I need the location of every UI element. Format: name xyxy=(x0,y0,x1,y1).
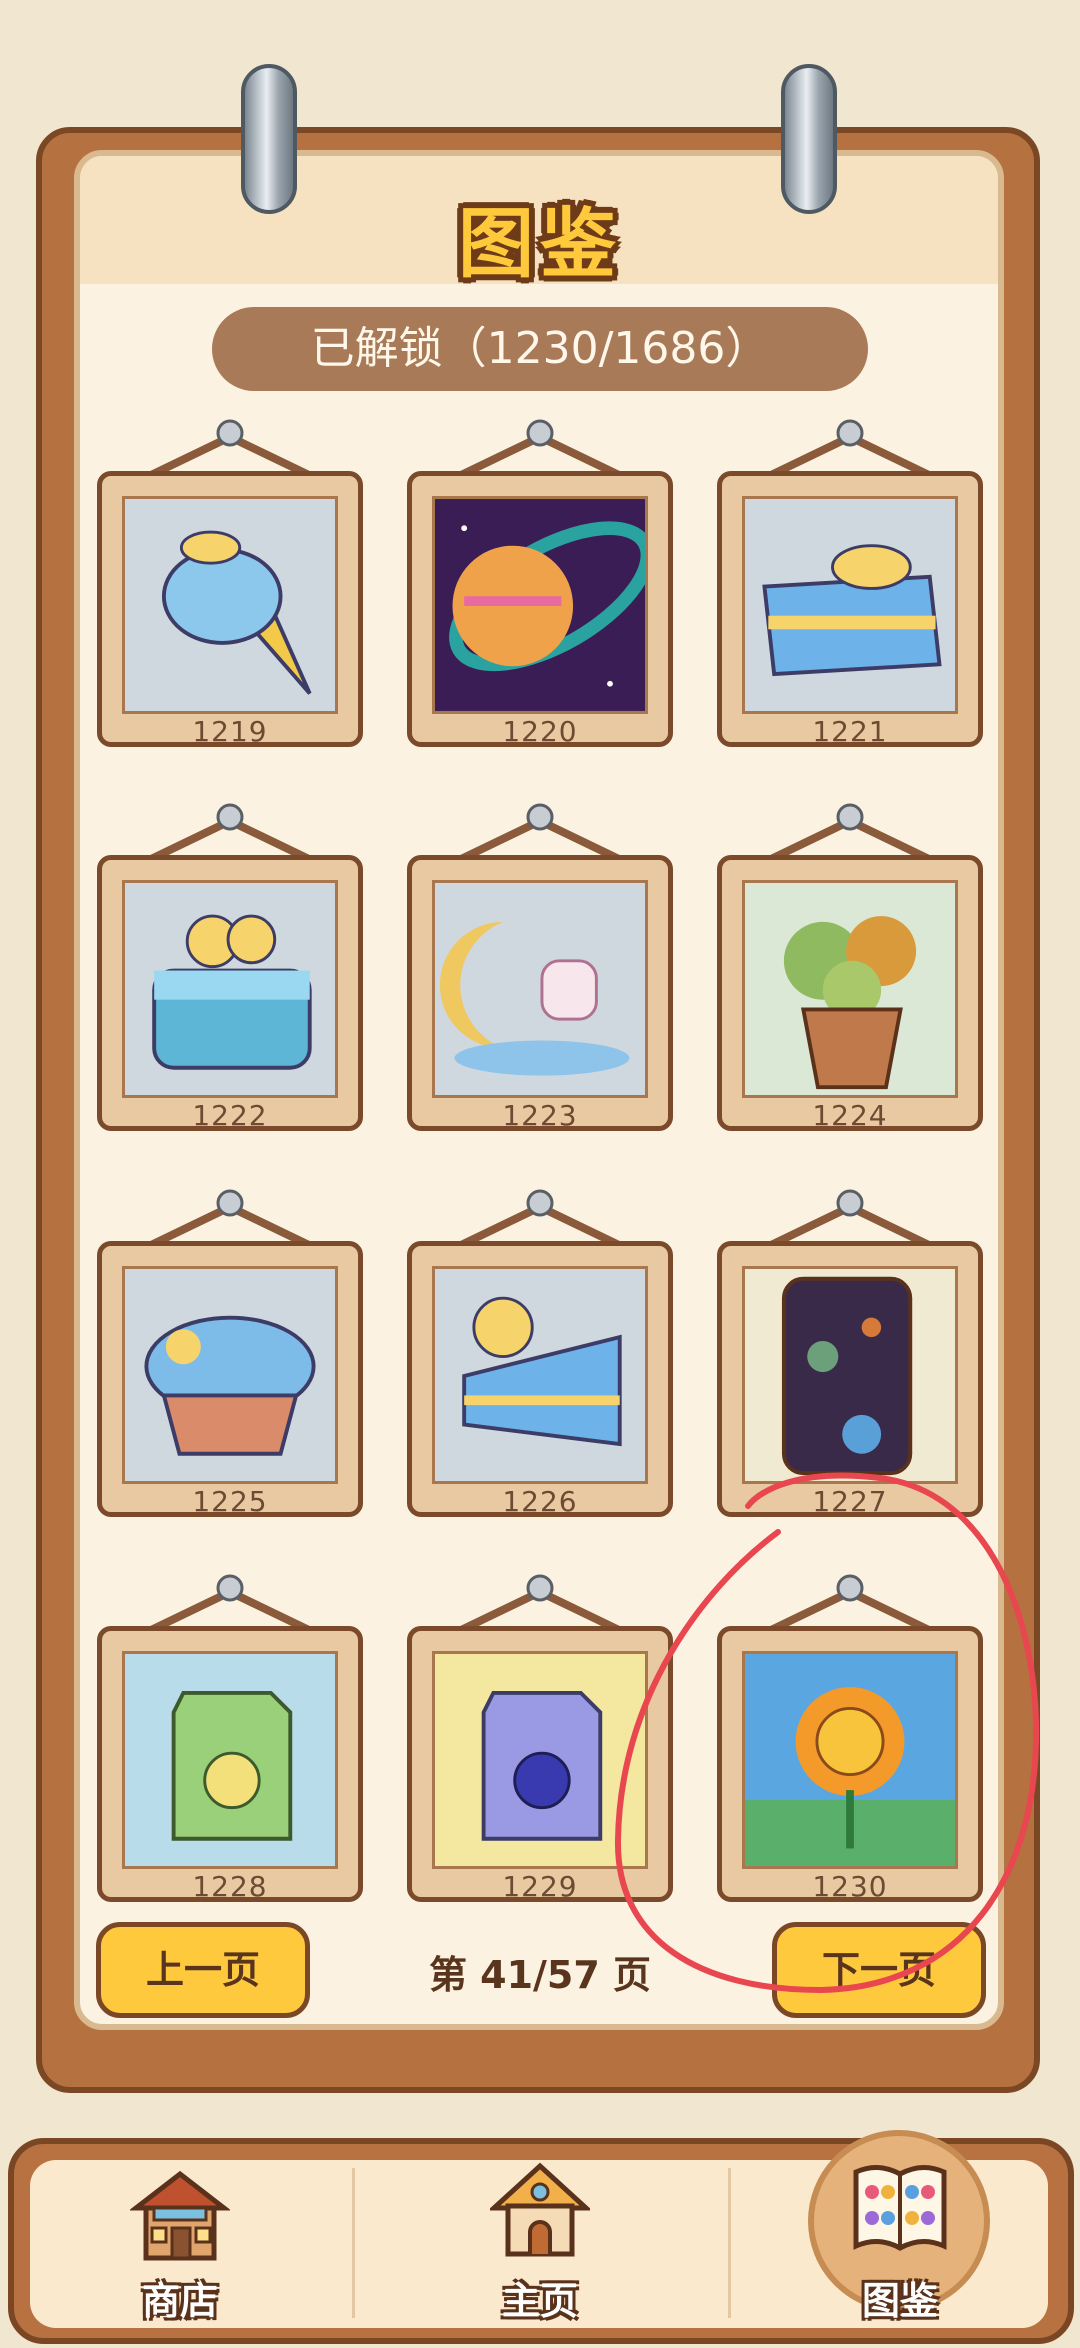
frame-hanger xyxy=(97,803,363,863)
gallery-item-1221[interactable]: 1221 xyxy=(717,471,983,748)
page-indicator: 第 41/57 页 xyxy=(428,1953,652,1997)
tab-shop[interactable]: 商店 xyxy=(80,2160,280,2328)
gallery-item-number: 1226 xyxy=(502,1485,578,1518)
tab-label: 图鉴 xyxy=(861,2279,938,2323)
frame-hanger xyxy=(97,1189,363,1249)
blue-cupcake-artwork xyxy=(122,1266,338,1484)
frame-hanger xyxy=(717,1574,983,1634)
tab-home[interactable]: 主页 xyxy=(440,2160,640,2328)
tab-divider xyxy=(728,2168,731,2318)
blue-ice-cream-cone-artwork xyxy=(122,496,338,714)
gallery-item-1220[interactable]: 1220 xyxy=(407,471,673,748)
frame-hanger xyxy=(407,419,673,479)
gallery-item-1225[interactable]: 1225 xyxy=(97,1241,363,1518)
gallery-item-number: 1229 xyxy=(502,1870,578,1903)
frame-hanger xyxy=(407,1189,673,1249)
blue-cake-wedge-artwork xyxy=(432,1266,648,1484)
shop-house-icon xyxy=(130,2170,230,2261)
gallery-item-number: 1225 xyxy=(192,1485,268,1518)
gallery-item-1227[interactable]: 1227 xyxy=(717,1241,983,1518)
space-bottle-artwork xyxy=(742,1266,958,1484)
frame-hanger xyxy=(717,1189,983,1249)
flower-book-icon xyxy=(853,2165,947,2251)
potted-plant-artwork xyxy=(742,880,958,1098)
page-title: 图鉴 xyxy=(458,199,622,288)
gallery-item-number: 1220 xyxy=(502,715,578,748)
gallery-item-1228[interactable]: 1228 xyxy=(97,1626,363,1903)
frame-hanger xyxy=(407,1574,673,1634)
gallery-item-number: 1227 xyxy=(812,1485,888,1518)
blue-layer-cake-artwork xyxy=(122,880,338,1098)
home-cottage-icon xyxy=(490,2162,590,2257)
frame-hanger xyxy=(97,1574,363,1634)
gallery-item-number: 1228 xyxy=(192,1870,268,1903)
blueberry-juice-box-artwork xyxy=(432,1651,648,1869)
planet-in-space-artwork xyxy=(432,496,648,714)
gallery-item-number: 1221 xyxy=(812,715,888,748)
prev-page-button[interactable]: 上一页 xyxy=(96,1922,310,2018)
apple-juice-box-artwork xyxy=(122,1651,338,1869)
frame-hanger xyxy=(407,803,673,863)
frame-hanger xyxy=(97,419,363,479)
tab-label: 商店 xyxy=(141,2279,218,2323)
tab-divider xyxy=(352,2168,355,2318)
gallery-item-1226[interactable]: 1226 xyxy=(407,1241,673,1518)
tab-gallery[interactable]: 图鉴 xyxy=(800,2160,1000,2328)
gallery-item-number: 1219 xyxy=(192,715,268,748)
gallery-item-number: 1224 xyxy=(812,1099,888,1132)
gallery-item-1219[interactable]: 1219 xyxy=(97,471,363,748)
tab-label: 主页 xyxy=(501,2279,578,2323)
next-page-button[interactable]: 下一页 xyxy=(772,1922,986,2018)
gallery-item-1224[interactable]: 1224 xyxy=(717,855,983,1132)
frame-hanger xyxy=(717,803,983,863)
gallery-item-number: 1230 xyxy=(812,1870,888,1903)
blue-cake-slice-artwork xyxy=(742,496,958,714)
gallery-item-1230[interactable]: 1230 xyxy=(717,1626,983,1903)
gallery-item-number: 1222 xyxy=(192,1099,268,1132)
gallery-item-number: 1223 xyxy=(502,1099,578,1132)
gallery-item-1229[interactable]: 1229 xyxy=(407,1626,673,1903)
frame-hanger xyxy=(717,419,983,479)
bunny-on-moon-artwork xyxy=(432,880,648,1098)
gallery-item-1222[interactable]: 1222 xyxy=(97,855,363,1132)
sunflower-artwork xyxy=(742,1651,958,1869)
gallery-item-1223[interactable]: 1223 xyxy=(407,855,673,1132)
unlock-status: 已解锁（1230/1686） xyxy=(212,307,868,391)
